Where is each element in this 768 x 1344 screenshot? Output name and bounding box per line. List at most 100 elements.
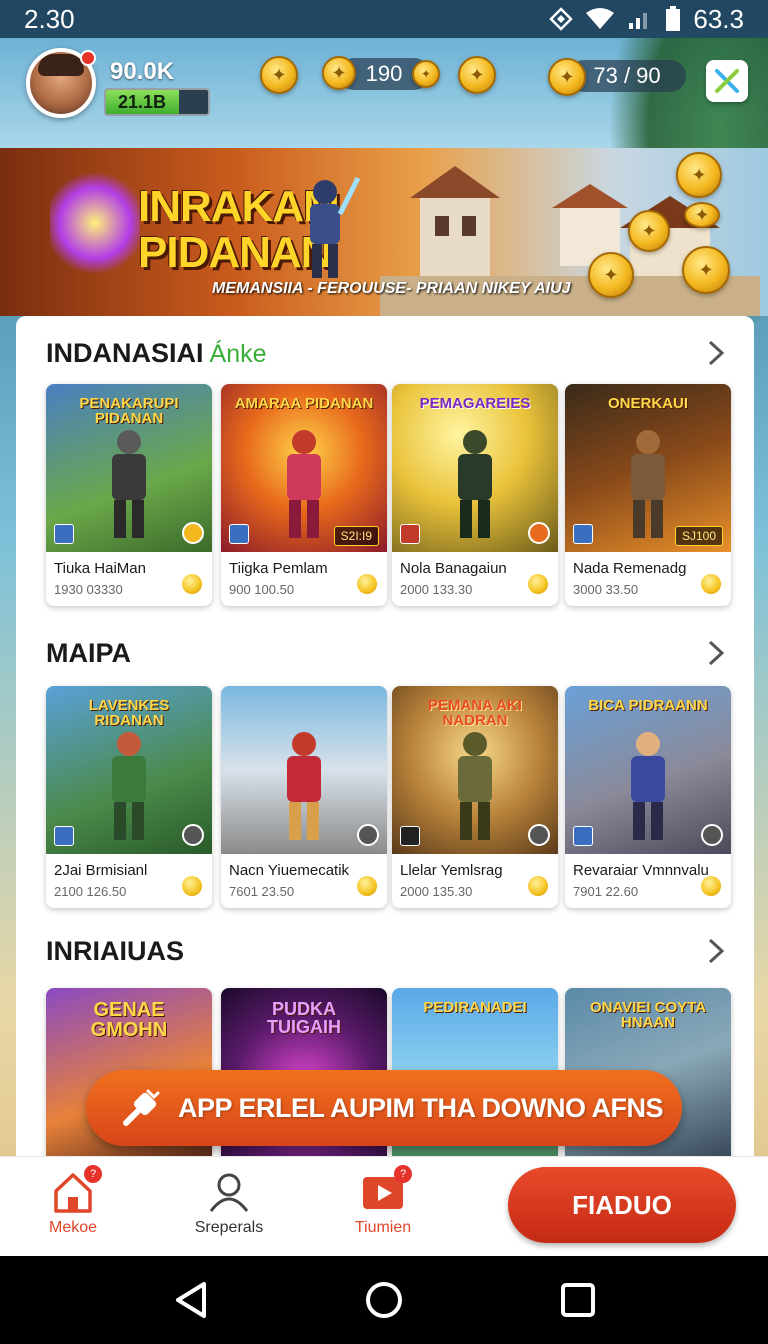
coin-stack-icon: ✦ [412,60,440,88]
game-character [631,732,665,840]
game-card-art-title: ONAVIEI COYTA HNAAN [589,999,707,1031]
user-icon [206,1169,252,1215]
status-bar: 2.30 63.3 [0,0,768,38]
game-character [287,430,321,538]
game-card-stats: 2000 135.30 [400,884,473,899]
game-card-art-title: AMARAA PIDANAN [234,395,374,412]
status-icons: 63.3 [549,4,744,35]
settings-icon[interactable] [182,824,204,846]
section-title-text: INRIAIUAS [46,936,185,966]
home-button-icon[interactable] [362,1278,406,1322]
app-promo-banner[interactable]: APP ERLEL AUPIM THA DOWNO AFNS [86,1070,682,1146]
nav-item-video[interactable]: ? Tiumien [328,1165,438,1237]
game-card-price: SJ100 [674,526,723,546]
game-card-art-title: PEDIRANADEI [423,999,527,1016]
battery-level: 63.3 [693,3,744,34]
settings-icon[interactable] [528,824,550,846]
game-character [287,732,321,840]
coin-icon [528,574,548,594]
chevron-right-icon[interactable] [704,936,728,966]
add-icon[interactable] [528,522,550,544]
game-character [458,732,492,840]
game-card-name: Nacn Yiuemecatik [229,862,350,879]
game-card-art-title: LAVENKES RIDANAN [88,697,170,729]
game-card-stats: 7601 23.50 [229,884,295,899]
section-title: INRIAIUAS [46,936,184,967]
section-title: INDANASIAI Ánke [46,338,267,369]
close-button[interactable] [706,60,748,102]
coin-icon [701,574,721,594]
chevron-right-icon[interactable] [704,338,728,368]
game-card[interactable]: ONERKAUI SJ100 Nada Remenadg 3000 33.50 [565,384,731,606]
section-title-text: MAIPA [46,638,131,668]
promo-text: APP ERLEL AUPIM THA DOWNO AFNS [178,1092,664,1123]
game-card[interactable]: AMARAA PIDANAN S2I:I9 Tiigka Pemlam 900 … [221,384,387,606]
bonus-coin-icon[interactable]: ✦ [458,56,496,94]
game-tag-icon [54,826,74,846]
game-card-art: BICA PIDRAANN [565,686,731,854]
game-card-art: PEMANA AKI NADRAN [392,686,558,854]
game-tag-icon [229,524,249,544]
nav-item-profile[interactable]: Sreperals [174,1169,284,1237]
section-title: MAIPA [46,638,131,669]
video-icon: ? [360,1165,412,1215]
wifi-icon [586,8,615,29]
coin-icon [528,876,548,896]
game-card-name: Llelar Yemlsrag [400,862,503,879]
game-card-price: S2I:I9 [333,526,379,546]
hero-figure [310,176,360,278]
settings-icon[interactable] [357,824,379,846]
game-card-art-title: ONERKAUI [607,395,688,412]
game-card[interactable]: Nacn Yiuemecatik 7601 23.50 [221,686,387,908]
game-tag-icon [400,826,420,846]
banner-coin-icon: ✦ [588,252,634,298]
game-card[interactable]: LAVENKES RIDANAN 2Jai Brmisianl 2100 126… [46,686,212,908]
game-card-art: LAVENKES RIDANAN [46,686,212,854]
game-card[interactable]: BICA PIDRAANN Revaraiar Vmnnvalu 7901 22… [565,686,731,908]
game-card[interactable]: PENAKARUPI PIDANAN Tiuka HaiMan 1930 033… [46,384,212,606]
recents-icon[interactable] [556,1278,600,1322]
nfc-icon [549,7,574,31]
cta-button[interactable]: FIADUO [508,1167,736,1243]
nav-item-home[interactable]: ? Mekoe [18,1165,128,1237]
gem-icon: ✦ [322,56,356,90]
game-card-art: AMARAA PIDANAN S2I:I9 [221,384,387,552]
game-card-art: PEMAGAREIES [392,384,558,552]
settings-icon[interactable] [701,824,723,846]
game-card-art-title: PUDKA TUIGAIH [267,999,341,1037]
game-card-stats: 3000 33.50 [573,582,639,597]
game-card-art [221,686,387,854]
game-card-name: Nola Banagaiun [400,560,507,577]
section-title-text: INDANASIAI [46,338,204,368]
back-icon[interactable] [170,1278,214,1322]
video-badge: ? [394,1165,412,1183]
battery-icon [666,6,681,31]
banner-coin-icon: ✦ [676,152,722,198]
event-banner[interactable]: INRAKAM PIDANAN ✦ ✦ ✦ ✦ ✦ MEMANSIIA - FE… [0,148,768,316]
chevron-right-icon[interactable] [704,638,728,668]
game-card-stats: 900 100.50 [229,582,295,597]
game-card-name: Tiigka Pemlam [229,560,328,577]
game-card-stats: 2000 133.30 [400,582,473,597]
game-card-name: 2Jai Brmisianl [54,862,148,879]
game-card[interactable]: PEMANA AKI NADRAN Llelar Yemlsrag 2000 1… [392,686,558,908]
game-card-name: Nada Remenadg [573,560,687,577]
add-icon[interactable] [182,522,204,544]
energy-icon: ✦ [548,58,586,96]
nav-home-label: Mekoe [48,1219,98,1236]
burst-icon [50,168,140,278]
signal-icon [629,13,648,29]
xp-label: 21.1B [118,92,167,112]
game-card[interactable]: PEMAGAREIES Nola Banagaiun 2000 133.30 [392,384,558,606]
game-card-art-title: BICA PIDRAANN [588,697,708,714]
banner-subtitle: MEMANSIIA - FEROUUSE- PRIAAN NIKEY AIUJ [212,280,571,297]
game-card-art: PENAKARUPI PIDANAN [46,384,212,552]
game-card-stats: 2100 126.50 [54,884,127,899]
avatar-hair [38,54,84,76]
game-character [112,732,146,840]
game-card-art-title: GENAE GMOHN [90,999,168,1041]
game-character [112,430,146,538]
coin-icon [701,876,721,896]
gems-value: 190 [365,61,403,86]
gold-coin-icon[interactable]: ✦ [260,56,298,94]
